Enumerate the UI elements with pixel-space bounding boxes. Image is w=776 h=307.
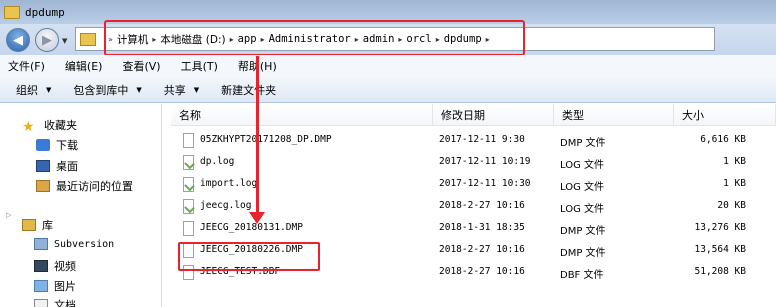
video-icon xyxy=(34,260,48,272)
file-date: 2018-2-27 10:16 xyxy=(439,200,525,211)
column-header-label: 大小 xyxy=(682,108,704,122)
file-size: 13,276 KB xyxy=(694,222,746,233)
column-header-name[interactable]: 名称 xyxy=(171,104,433,126)
address-highlight-annotation xyxy=(104,20,525,56)
menu-bar: 文件(F) 编辑(E) 查看(V) 工具(T) 帮助(H) xyxy=(0,55,776,77)
column-header-size[interactable]: 大小 xyxy=(674,104,776,126)
menu-file[interactable]: 文件(F) xyxy=(8,58,45,74)
sidebar-item-label: 视频 xyxy=(54,260,76,273)
log-file-icon xyxy=(183,177,194,192)
annotation-arrow-head xyxy=(249,212,265,224)
desktop-icon xyxy=(36,160,50,172)
file-type: LOG 文件 xyxy=(560,160,605,171)
file-list: 名称 修改日期 类型 大小 05ZKHYPT20171208_DP.DMP 201… xyxy=(163,104,776,307)
sidebar-item-pictures[interactable]: 图片 xyxy=(34,278,76,294)
column-header-label: 修改日期 xyxy=(441,108,485,122)
menu-view[interactable]: 查看(V) xyxy=(122,58,160,74)
file-name: import.log xyxy=(200,178,258,189)
file-size: 51,208 KB xyxy=(694,266,746,277)
annotation-arrow xyxy=(256,56,259,214)
organize-label: 组织 xyxy=(16,83,38,97)
file-row[interactable]: dp.log 2017-12-11 10:19 LOG 文件 1 KB xyxy=(163,152,776,174)
file-row[interactable]: import.log 2017-12-11 10:30 LOG 文件 1 KB xyxy=(163,174,776,196)
include-library-button[interactable]: 包含到库中 ▼ xyxy=(73,82,141,98)
file-icon xyxy=(183,221,194,236)
new-folder-label: 新建文件夹 xyxy=(221,83,277,97)
menu-edit[interactable]: 编辑(E) xyxy=(65,58,103,74)
folder-icon xyxy=(4,5,20,19)
sidebar-item-desktop[interactable]: 桌面 xyxy=(36,158,78,174)
share-label: 共享 xyxy=(163,83,186,97)
document-icon xyxy=(34,299,48,307)
file-name: jeecg.log xyxy=(200,200,252,211)
forward-button[interactable]: ▶ xyxy=(35,28,59,52)
window-title: dpdump xyxy=(25,5,65,19)
caret-down-icon: ▼ xyxy=(193,85,200,94)
sidebar-item-label: Subversion xyxy=(54,238,115,250)
expand-triangle-icon[interactable]: ▷ xyxy=(6,211,11,219)
file-type: LOG 文件 xyxy=(560,204,605,215)
file-size: 13,564 KB xyxy=(694,244,746,255)
sidebar-item-libraries[interactable]: 库 xyxy=(22,217,53,233)
picture-icon xyxy=(34,280,48,292)
share-button[interactable]: 共享 ▼ xyxy=(164,82,199,98)
folder-icon xyxy=(80,32,96,46)
file-date: 2017-12-11 10:30 xyxy=(439,178,531,189)
star-icon: ★ xyxy=(22,119,35,135)
sidebar-item-label: 库 xyxy=(42,219,53,232)
file-date: 2017-12-11 9:30 xyxy=(439,134,525,145)
command-bar: 组织 ▼ 包含到库中 ▼ 共享 ▼ 新建文件夹 xyxy=(0,77,776,103)
caret-down-icon: ▼ xyxy=(46,85,52,94)
file-highlight-annotation xyxy=(178,242,320,271)
file-type: DMP 文件 xyxy=(560,226,606,237)
sidebar-item-label: 文档 xyxy=(54,299,76,307)
sidebar-item-label: 下载 xyxy=(56,139,78,152)
file-type: LOG 文件 xyxy=(560,182,605,193)
file-date: 2018-2-27 10:16 xyxy=(439,244,525,255)
sidebar-item-label: 图片 xyxy=(54,280,76,293)
file-type: DMP 文件 xyxy=(560,138,606,149)
menu-tools[interactable]: 工具(T) xyxy=(181,58,218,74)
file-type: DBF 文件 xyxy=(560,270,604,281)
include-library-label: 包含到库中 xyxy=(73,83,129,97)
log-file-icon xyxy=(183,155,194,170)
column-header-type[interactable]: 类型 xyxy=(554,104,674,126)
sidebar-item-videos[interactable]: 视频 xyxy=(34,258,76,274)
subversion-icon xyxy=(34,238,48,250)
library-icon xyxy=(22,219,36,231)
sidebar-item-downloads[interactable]: 下载 xyxy=(36,137,78,153)
file-date: 2017-12-11 10:19 xyxy=(439,156,531,167)
file-row[interactable]: 05ZKHYPT20171208_DP.DMP 2017-12-11 9:30 DM… xyxy=(163,130,776,152)
log-file-icon xyxy=(183,199,194,214)
file-size: 1 KB xyxy=(723,156,746,167)
column-header-date[interactable]: 修改日期 xyxy=(433,104,554,126)
file-size: 1 KB xyxy=(723,178,746,189)
caret-down-icon: ▼ xyxy=(136,85,142,94)
file-name: 05ZKHYPT20171208_DP.DMP xyxy=(200,134,332,145)
back-button[interactable]: ◀ xyxy=(6,28,30,52)
file-size: 6,616 KB xyxy=(700,134,746,145)
sidebar-item-favorites[interactable]: ★ 收藏夹 xyxy=(22,117,77,135)
sidebar-item-recent[interactable]: 最近访问的位置 xyxy=(36,178,133,194)
sidebar-item-label: 最近访问的位置 xyxy=(56,180,133,193)
sidebar-item-label: 桌面 xyxy=(56,160,78,173)
organize-button[interactable]: 组织 ▼ xyxy=(16,82,51,98)
recent-places-icon xyxy=(36,180,50,192)
sidebar-item-documents[interactable]: 文档 xyxy=(34,297,76,307)
file-icon xyxy=(183,133,194,148)
file-size: 20 KB xyxy=(717,200,746,211)
file-name: dp.log xyxy=(200,156,235,167)
navigation-pane: ★ 收藏夹 下载 桌面 最近访问的位置 ▷ 库 Subversion 视频 图片… xyxy=(0,104,162,307)
history-dropdown-icon[interactable]: ▼ xyxy=(62,37,67,45)
sidebar-item-label: 收藏夹 xyxy=(44,119,77,132)
download-icon xyxy=(36,139,50,151)
new-folder-button[interactable]: 新建文件夹 xyxy=(221,82,276,98)
file-date: 2018-2-27 10:16 xyxy=(439,266,525,277)
file-date: 2018-1-31 18:35 xyxy=(439,222,525,233)
sidebar-item-subversion[interactable]: Subversion xyxy=(34,238,114,250)
column-header-label: 类型 xyxy=(562,108,584,122)
file-type: DMP 文件 xyxy=(560,248,606,259)
column-header-label: 名称 xyxy=(179,108,201,122)
